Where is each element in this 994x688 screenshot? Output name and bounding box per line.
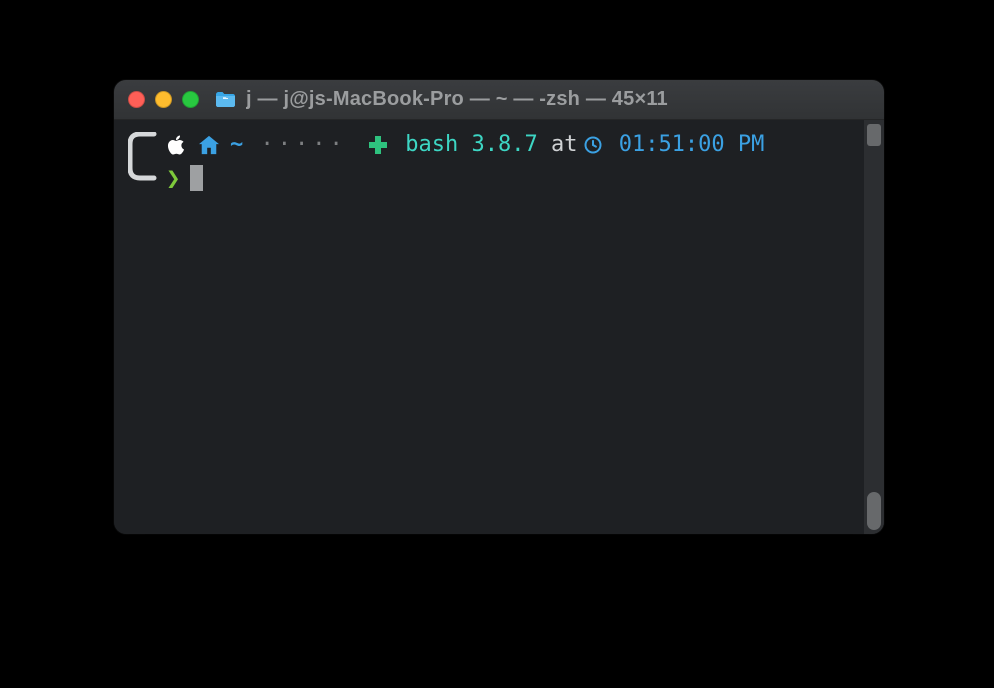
- chevron-icon: ❯: [166, 162, 180, 194]
- clock-icon: [583, 135, 603, 155]
- folder-icon: [215, 91, 236, 108]
- cursor[interactable]: [190, 165, 203, 191]
- prompt-bracket-icon: [128, 132, 158, 192]
- window-title: j — j@js-MacBook-Pro — ~ — -zsh — 45×11: [246, 88, 668, 111]
- prompt-line-2: ❯: [128, 162, 870, 194]
- shell-name: bash: [405, 130, 458, 160]
- minimize-button[interactable]: [155, 91, 172, 108]
- terminal-content[interactable]: ~ ····· bash 3.8.7 at: [114, 120, 884, 534]
- time-text: 01:51:00 PM: [619, 130, 765, 160]
- scrollbar-thumb[interactable]: [867, 124, 881, 146]
- traffic-lights: [128, 91, 199, 108]
- window-titlebar[interactable]: j — j@js-MacBook-Pro — ~ — -zsh — 45×11: [114, 80, 884, 120]
- cwd-text: ~: [230, 130, 243, 160]
- apple-icon: [166, 134, 186, 156]
- close-button[interactable]: [128, 91, 145, 108]
- zoom-button[interactable]: [182, 91, 199, 108]
- at-label: at: [551, 130, 578, 160]
- separator-dots: ·····: [257, 130, 351, 160]
- shell-version: 3.8.7: [471, 130, 537, 160]
- scrollbar-track[interactable]: [864, 120, 884, 534]
- green-cross-icon: [368, 135, 388, 155]
- scrollbar-thumb[interactable]: [867, 492, 881, 530]
- terminal-window: j — j@js-MacBook-Pro — ~ — -zsh — 45×11: [114, 80, 884, 534]
- prompt-line-1: ~ ····· bash 3.8.7 at: [128, 130, 870, 160]
- house-icon: [198, 135, 220, 155]
